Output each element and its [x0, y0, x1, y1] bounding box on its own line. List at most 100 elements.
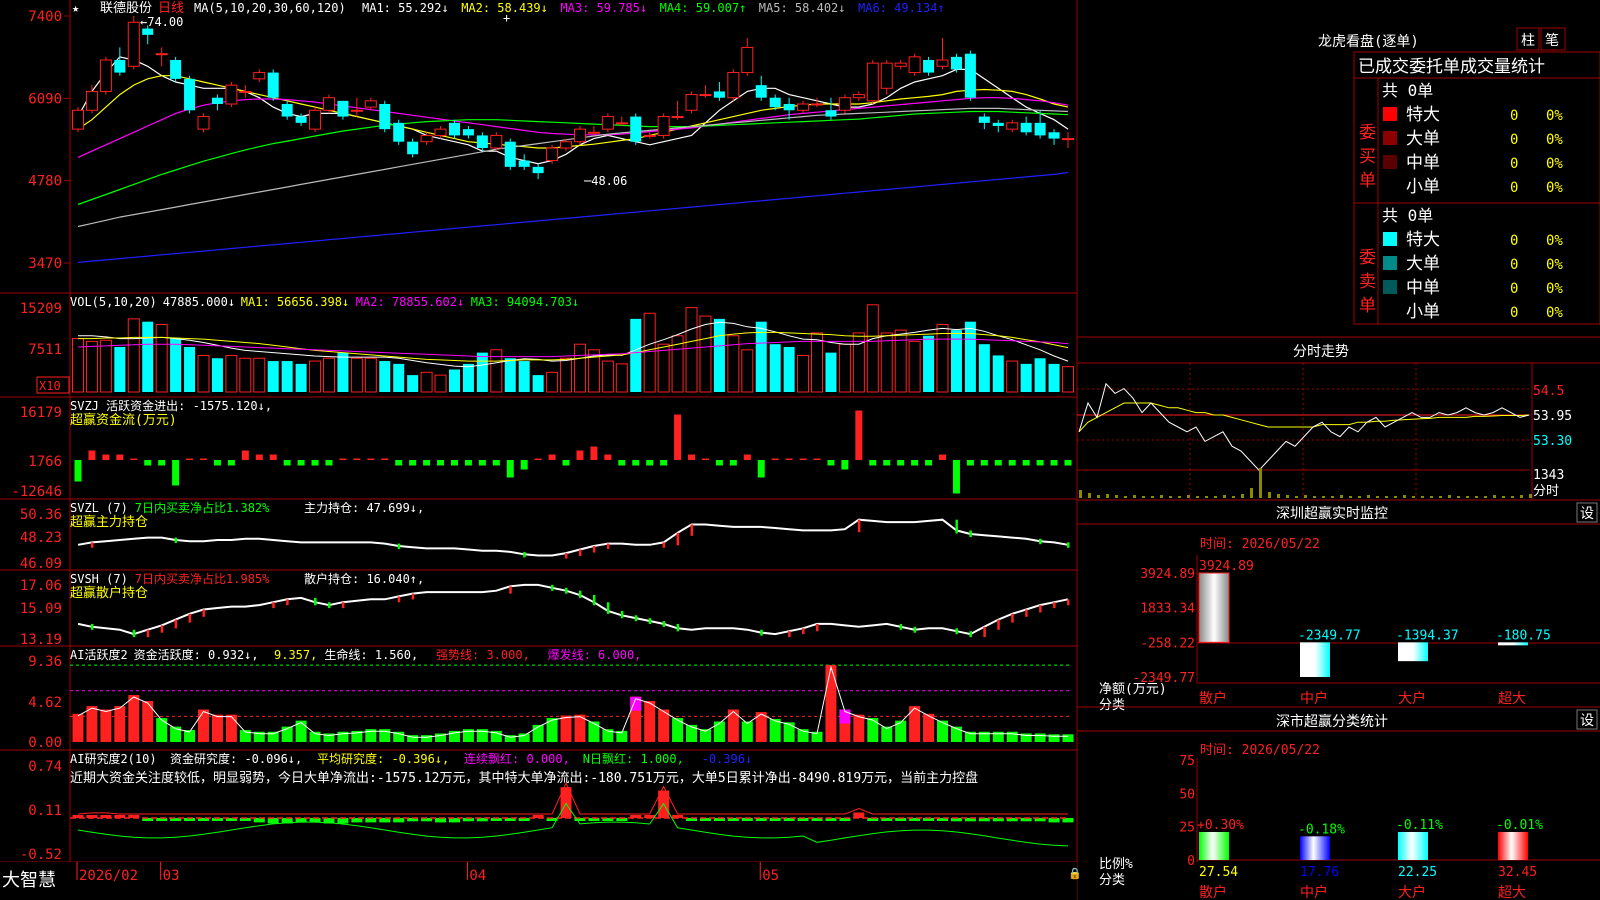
candle-down[interactable] [964, 53, 976, 98]
tab-pillar-label[interactable]: 柱 [1521, 33, 1535, 49]
candle-down[interactable] [393, 122, 405, 142]
candle-down[interactable] [825, 110, 837, 117]
candle-down[interactable] [1020, 122, 1032, 133]
candle-up[interactable] [546, 147, 559, 162]
candle-down[interactable] [407, 141, 419, 155]
candle-up[interactable] [350, 109, 363, 112]
candle-up[interactable] [309, 109, 322, 130]
candle-up[interactable] [643, 134, 656, 137]
candle-down[interactable] [211, 97, 223, 104]
volume-bar [127, 318, 140, 393]
candle-up[interactable] [797, 103, 810, 111]
period-label[interactable]: 日线 [158, 1, 184, 16]
intraday-volume-bar [1412, 496, 1415, 498]
candle-up[interactable] [615, 122, 628, 125]
monitor-bar [1398, 642, 1428, 662]
candle-down[interactable] [379, 103, 391, 130]
candle-down[interactable] [295, 116, 307, 123]
stat-settings-label[interactable]: 设 [1580, 713, 1594, 729]
fund-flow-bar [520, 460, 528, 470]
stock-analysis-window[interactable]: 7400 6090 4780 3470 ★ 联德股份 日线 MA(5,10,20,30,60,… [0, 0, 1600, 900]
candle-up[interactable] [72, 109, 84, 130]
monitor-category: 大户 [1398, 690, 1426, 707]
candle-up[interactable] [894, 62, 907, 67]
monitor-bar [1198, 572, 1230, 643]
candle-up[interactable] [699, 94, 712, 97]
candle-up[interactable] [866, 62, 879, 102]
candle-down[interactable] [630, 116, 642, 142]
candle-down[interactable] [142, 28, 154, 35]
candle-down[interactable] [337, 100, 349, 117]
candle-up[interactable] [434, 128, 447, 136]
candle-up[interactable] [197, 116, 210, 130]
ma-value-3: MA3: 59.785↓ [560, 1, 647, 15]
candle-up[interactable] [253, 72, 266, 80]
candle-up[interactable] [239, 90, 252, 93]
candle-up[interactable] [420, 134, 433, 143]
candle-down[interactable] [462, 129, 474, 136]
candle-up[interactable] [685, 94, 698, 111]
candle-up[interactable] [1062, 138, 1074, 141]
candle-down[interactable] [518, 160, 530, 167]
candle-down[interactable] [950, 56, 962, 70]
candle-down[interactable] [783, 103, 795, 111]
candle-up[interactable] [908, 56, 921, 74]
candle-up[interactable] [936, 59, 949, 67]
research-axis-label: 0.11 [28, 803, 62, 819]
lock-icon[interactable]: 🔒 [1068, 867, 1082, 880]
candle-up[interactable] [727, 72, 740, 99]
candle-down[interactable] [184, 78, 196, 111]
candle-down[interactable] [114, 59, 126, 73]
candle-down[interactable] [281, 103, 293, 117]
candle-up[interactable] [671, 116, 684, 119]
volume-bar [1006, 360, 1019, 393]
candle-up[interactable] [573, 128, 586, 143]
candle-up[interactable] [127, 21, 140, 67]
candle-down[interactable] [1048, 132, 1060, 139]
candle-up[interactable] [587, 131, 600, 134]
candle-down[interactable] [504, 141, 516, 167]
candle-down[interactable] [769, 97, 781, 108]
intraday-volume-bar [1187, 495, 1190, 498]
candle-down[interactable] [476, 135, 488, 148]
candle-up[interactable] [880, 62, 893, 89]
intraday-volume-bar [1475, 496, 1478, 498]
fund-flow-bar [618, 460, 626, 466]
intraday-title: 分时走势 [1293, 344, 1349, 360]
candle-down[interactable] [170, 59, 182, 79]
candle-up[interactable] [364, 100, 377, 108]
monitor-axis-label: -258.22 [1140, 636, 1195, 651]
candle-up[interactable] [601, 116, 614, 130]
intraday-price-label: 53.30 [1533, 434, 1572, 449]
fund-flow-bar [241, 450, 249, 460]
candle-down[interactable] [978, 116, 990, 123]
candle-up[interactable] [838, 97, 851, 111]
svzl-tick [523, 551, 526, 558]
fund-flow-bar [227, 460, 235, 466]
candle-up[interactable] [85, 90, 98, 111]
favorite-star-icon[interactable]: ★ [72, 1, 79, 15]
candle-up[interactable] [322, 97, 335, 111]
candle-up[interactable] [99, 59, 112, 92]
candle-down[interactable] [713, 91, 725, 98]
candle-up[interactable] [852, 94, 865, 99]
candle-up[interactable] [155, 53, 168, 56]
candle-down[interactable] [992, 122, 1004, 126]
candle-down[interactable] [923, 59, 935, 73]
candle-up[interactable] [811, 103, 824, 106]
monitor-settings-label[interactable]: 设 [1580, 506, 1594, 522]
candle-down[interactable] [448, 122, 460, 136]
candle-up[interactable] [1006, 122, 1019, 130]
candle-up[interactable] [741, 46, 754, 74]
candle-down[interactable] [1034, 122, 1046, 136]
candle-up[interactable] [560, 141, 573, 149]
fund-flow-bar [186, 458, 194, 460]
candle-up[interactable] [490, 134, 503, 149]
tab-pen-label[interactable]: 笔 [1545, 33, 1559, 49]
volume-bar [1048, 363, 1060, 392]
candle-down[interactable] [532, 166, 544, 174]
candle-up[interactable] [225, 84, 238, 105]
candle-up[interactable] [657, 116, 670, 136]
candle-down[interactable] [267, 72, 279, 98]
candle-down[interactable] [755, 85, 767, 98]
